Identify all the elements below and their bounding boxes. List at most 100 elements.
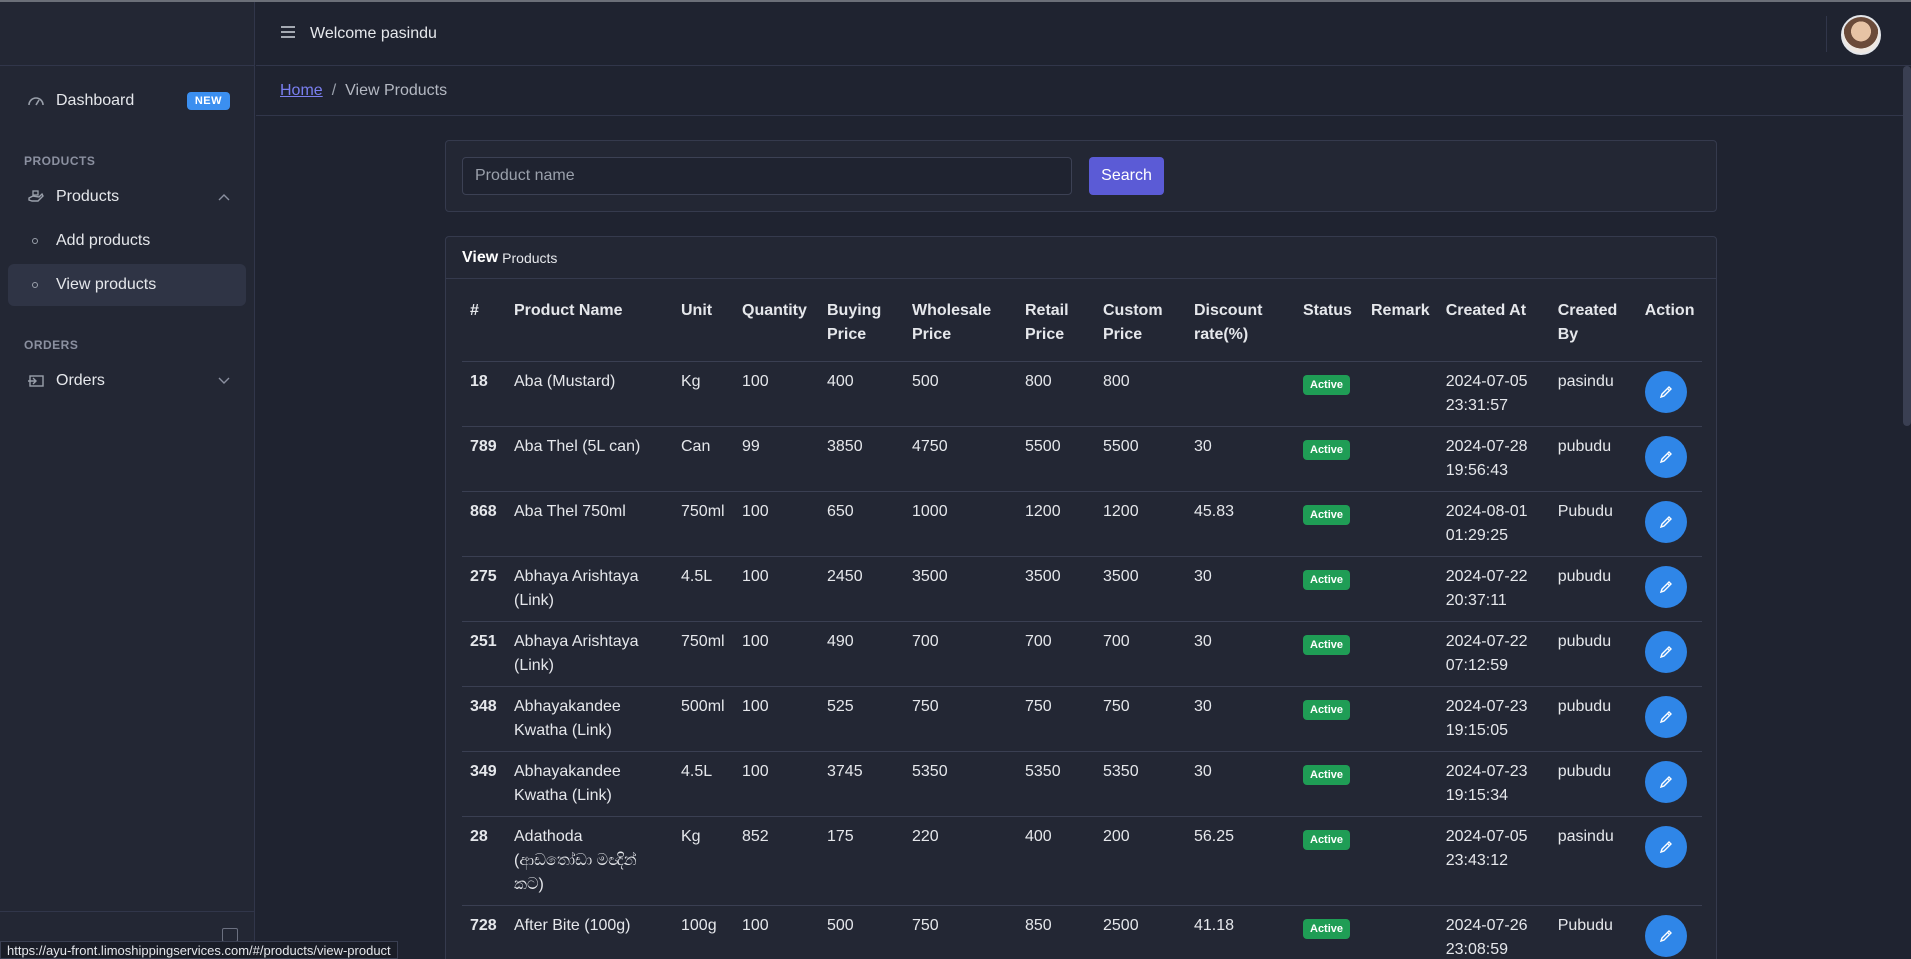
cell-wholesale-price: 700	[904, 621, 1017, 687]
cell-status: Active	[1295, 361, 1363, 427]
cell-retail-price: 750	[1017, 686, 1095, 752]
cell-remark	[1363, 491, 1438, 557]
search-button[interactable]: Search	[1089, 157, 1164, 195]
cell-created-by: Pubudu	[1549, 491, 1637, 557]
sidebar-item-orders[interactable]: Orders	[8, 360, 246, 402]
sidebar-item-label: View products	[56, 276, 157, 293]
top-header: Welcome pasindu	[256, 2, 1911, 66]
column-header: Wholesale Price	[904, 293, 1017, 362]
sidebar-item-label: Orders	[56, 372, 105, 389]
status-badge: Active	[1303, 439, 1351, 460]
status-badge: Active	[1303, 829, 1351, 850]
cell-created-at: 2024-07-22 20:37:11	[1437, 556, 1550, 622]
pencil-icon	[1659, 645, 1672, 658]
cell-retail-price: 5350	[1017, 751, 1095, 817]
status-url: https://ayu-front.limoshippingservices.c…	[0, 941, 398, 959]
sidebar: Dashboard NEW PRODUCTS Products Add prod…	[0, 2, 255, 959]
cell-status: Active	[1295, 621, 1363, 687]
sidebar-nav: Dashboard NEW PRODUCTS Products Add prod…	[0, 66, 254, 402]
cell-status: Active	[1295, 491, 1363, 557]
cell-product-id: 789	[462, 426, 506, 492]
column-header: Custom Price	[1095, 293, 1186, 362]
breadcrumb-home-link[interactable]: Home	[280, 82, 323, 100]
table-row: 789 Aba Thel (5L can) Can 99 3850 4750 5500 550…	[462, 426, 1703, 492]
column-header: Buying Price	[819, 293, 904, 362]
cell-remark	[1363, 686, 1438, 752]
cell-status: Active	[1295, 556, 1363, 622]
cell-wholesale-price: 750	[904, 686, 1017, 752]
cell-buying-price: 525	[819, 686, 904, 752]
edit-button[interactable]	[1644, 760, 1687, 803]
status-badge: Active	[1303, 764, 1351, 785]
edit-button[interactable]	[1644, 370, 1687, 413]
cell-created-by: pubudu	[1549, 686, 1637, 752]
product-name-search-input[interactable]	[462, 157, 1072, 195]
login-icon	[24, 371, 48, 391]
hand-icon	[24, 187, 48, 207]
edit-button[interactable]	[1644, 695, 1687, 738]
pencil-icon	[1659, 710, 1672, 723]
cell-created-at: 2024-07-05 23:43:12	[1437, 816, 1550, 906]
cell-custom-price: 750	[1095, 686, 1186, 752]
edit-button[interactable]	[1644, 825, 1687, 868]
cell-custom-price: 1200	[1095, 491, 1186, 557]
cell-created-at: 2024-07-23 19:15:34	[1437, 751, 1550, 817]
table-row: 349 Abhayakandee Kwatha (Link) 4.5L 100 3745…	[462, 751, 1703, 817]
cell-retail-price: 5500	[1017, 426, 1095, 492]
cell-buying-price: 3745	[819, 751, 904, 817]
table-row: 28 Adathoda (ආඩතෝඩා මඥින් කට) Kg 852 175 220 4…	[462, 816, 1703, 906]
edit-button[interactable]	[1644, 565, 1687, 608]
bullet-icon	[32, 282, 38, 288]
new-badge: NEW	[186, 92, 230, 110]
cell-created-at: 2024-07-23 19:15:05	[1437, 686, 1550, 752]
sidebar-collapse-icon[interactable]	[222, 928, 238, 942]
cell-custom-price: 800	[1095, 361, 1186, 427]
sidebar-item-products[interactable]: Products	[8, 176, 246, 218]
cell-status: Active	[1295, 905, 1363, 959]
search-card: Search	[445, 140, 1717, 212]
cell-discount-rate: 30	[1186, 751, 1295, 817]
status-badge: Active	[1303, 699, 1351, 720]
sidebar-item-add-products[interactable]: Add products	[8, 220, 246, 262]
table-row: 18 Aba (Mustard) Kg 100 400 500 800 800 Active 20…	[462, 361, 1703, 427]
breadcrumb-separator: /	[331, 81, 337, 99]
cell-retail-price: 1200	[1017, 491, 1095, 557]
cell-product-id: 251	[462, 621, 506, 687]
card-title-rest: Products	[502, 249, 558, 266]
cell-wholesale-price: 1000	[904, 491, 1017, 557]
cell-quantity: 100	[734, 905, 819, 959]
chevron-up-icon	[218, 190, 230, 204]
cell-product-name: Aba (Mustard)	[506, 361, 673, 427]
sidebar-item-dashboard[interactable]: Dashboard NEW	[8, 80, 246, 122]
speedometer-icon	[24, 91, 48, 111]
cell-wholesale-price: 220	[904, 816, 1017, 906]
edit-button[interactable]	[1644, 435, 1687, 478]
table-row: 275 Abhaya Arishtaya (Link) 4.5L 100 2450 350…	[462, 556, 1703, 622]
cell-custom-price: 200	[1095, 816, 1186, 906]
edit-button[interactable]	[1644, 630, 1687, 673]
cell-product-id: 18	[462, 361, 506, 427]
table-header-row: # Product Name Unit Quantity Buying Pric…	[462, 293, 1703, 362]
card-title-bold: View	[462, 248, 499, 266]
edit-button[interactable]	[1644, 914, 1687, 957]
cell-custom-price: 700	[1095, 621, 1186, 687]
breadcrumb: Home / View Products	[256, 66, 1911, 116]
status-badge: Active	[1303, 504, 1351, 525]
cell-quantity: 99	[734, 426, 819, 492]
edit-button[interactable]	[1644, 500, 1687, 543]
hamburger-menu-icon[interactable]	[280, 23, 296, 44]
sidebar-item-label: Products	[56, 188, 120, 205]
cell-wholesale-price: 3500	[904, 556, 1017, 622]
user-avatar[interactable]	[1841, 15, 1881, 55]
cell-product-id: 275	[462, 556, 506, 622]
cell-action	[1636, 905, 1703, 959]
cell-buying-price: 2450	[819, 556, 904, 622]
pencil-icon	[1659, 385, 1672, 398]
cell-unit: 4.5L	[673, 751, 734, 817]
page-scrollbar[interactable]	[1903, 66, 1911, 426]
cell-product-id: 349	[462, 751, 506, 817]
cell-custom-price: 2500	[1095, 905, 1186, 959]
status-badge: Active	[1303, 569, 1351, 590]
sidebar-item-view-products[interactable]: View products	[8, 264, 246, 306]
cell-action	[1636, 686, 1703, 752]
